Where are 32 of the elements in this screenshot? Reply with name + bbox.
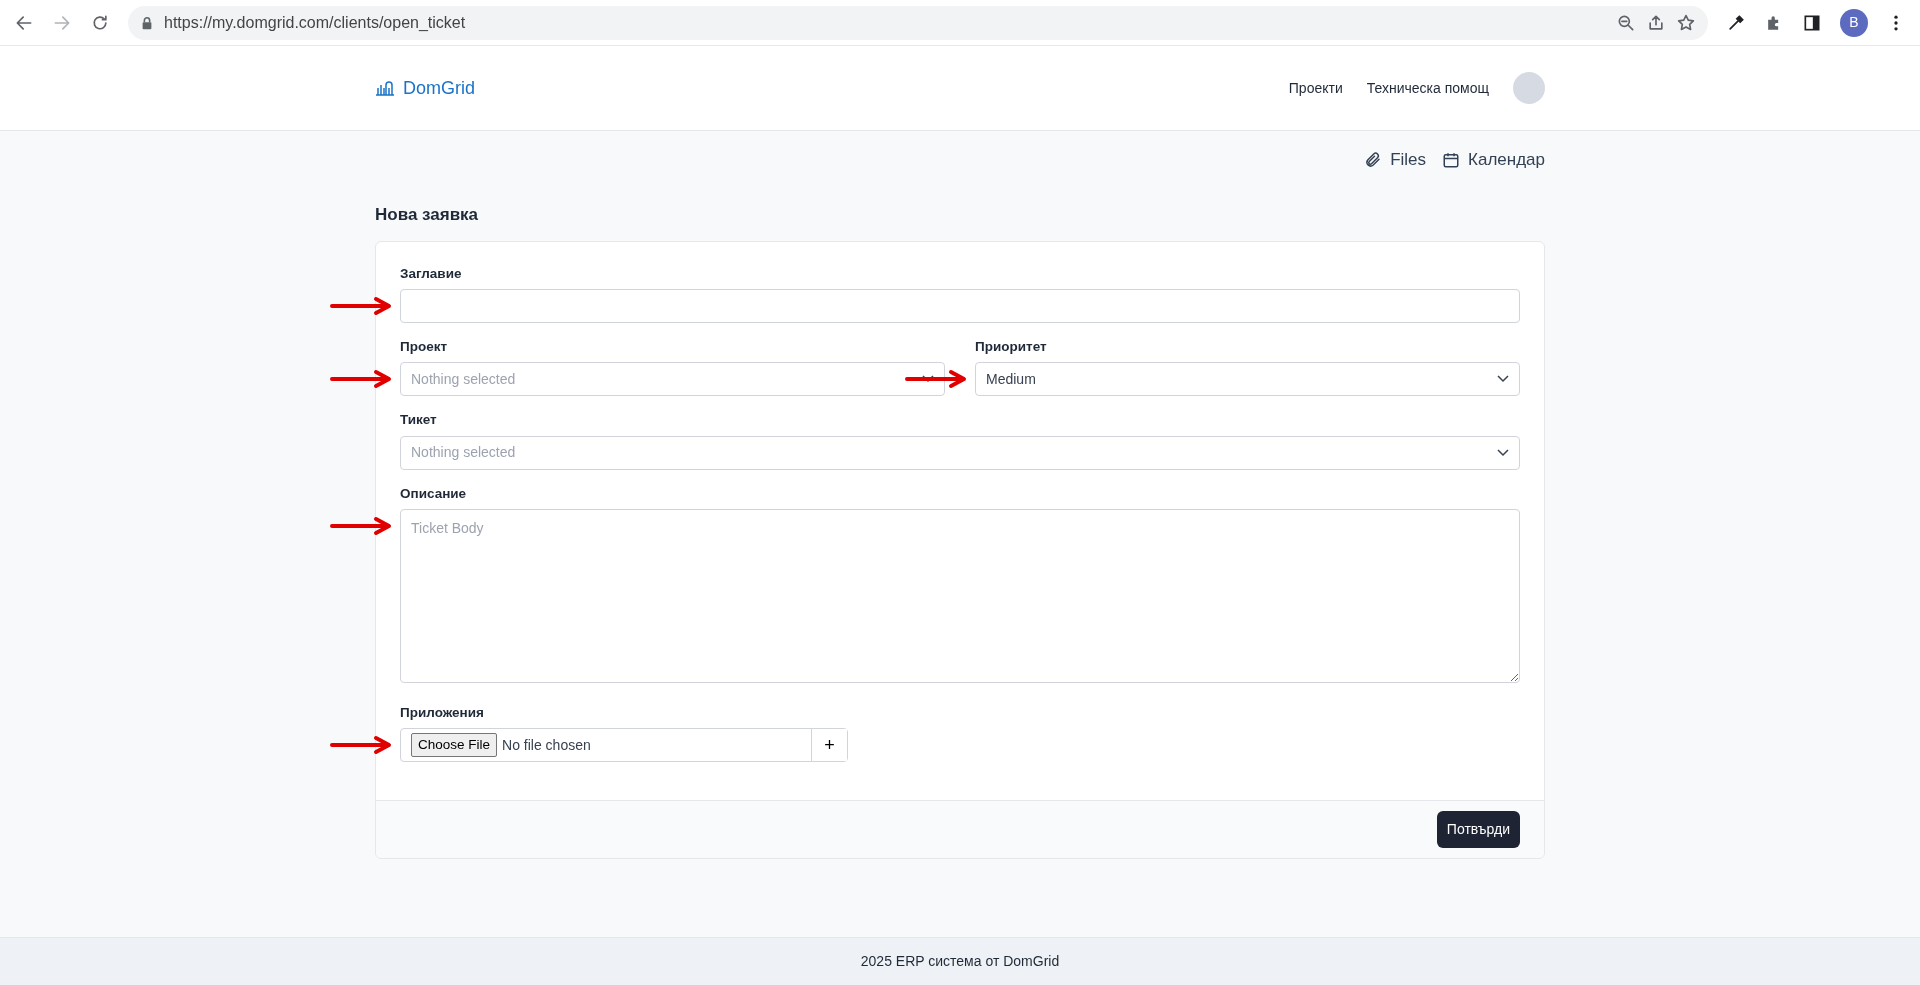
footer-text: 2025 ERP система от DomGrid xyxy=(0,937,1920,985)
toolbar-link[interactable]: Календар xyxy=(1442,147,1545,173)
star-icon[interactable] xyxy=(1676,12,1696,33)
calendar-icon xyxy=(1442,150,1461,169)
field-label: Тикет xyxy=(400,411,438,430)
page-title: Нова заявка xyxy=(375,204,480,225)
field-label: Проект xyxy=(400,338,449,357)
grid-logo-icon xyxy=(375,80,395,96)
url-text[interactable]: https://my.domgrid.com/clients/open_ticket xyxy=(164,10,466,35)
select-field[interactable]: Medium xyxy=(975,362,1520,397)
logo[interactable]: DomGrid xyxy=(375,74,475,102)
toolbar-link[interactable]: Files xyxy=(1364,147,1427,173)
field-label: Заглавие xyxy=(400,264,463,283)
field-label: Описание xyxy=(400,484,468,503)
add-file-button[interactable]: + xyxy=(811,729,847,762)
field-label: Приоритет xyxy=(975,338,1048,357)
submit-button[interactable]: Потвърди xyxy=(1436,811,1520,849)
description-field[interactable]: Ticket Body xyxy=(400,508,1520,683)
caret-icon xyxy=(922,375,934,384)
file-status-text: No file chosen xyxy=(502,735,592,755)
field-label: Приложения xyxy=(400,703,485,722)
choose-file-button[interactable]: Choose File xyxy=(411,733,498,758)
eyedropper-icon[interactable] xyxy=(1726,12,1746,33)
nav-link[interactable]: Проекти xyxy=(1288,77,1343,99)
profile-avatar[interactable]: B xyxy=(1840,8,1868,37)
lock-icon xyxy=(140,15,154,30)
paperclip-icon xyxy=(1364,150,1383,169)
text-field[interactable] xyxy=(400,289,1520,324)
nav-link[interactable]: Техническа помощ xyxy=(1366,77,1489,99)
caret-icon xyxy=(1497,448,1509,457)
caret-icon xyxy=(1497,375,1509,384)
file-field[interactable]: Choose File No file chosen + xyxy=(400,728,848,763)
